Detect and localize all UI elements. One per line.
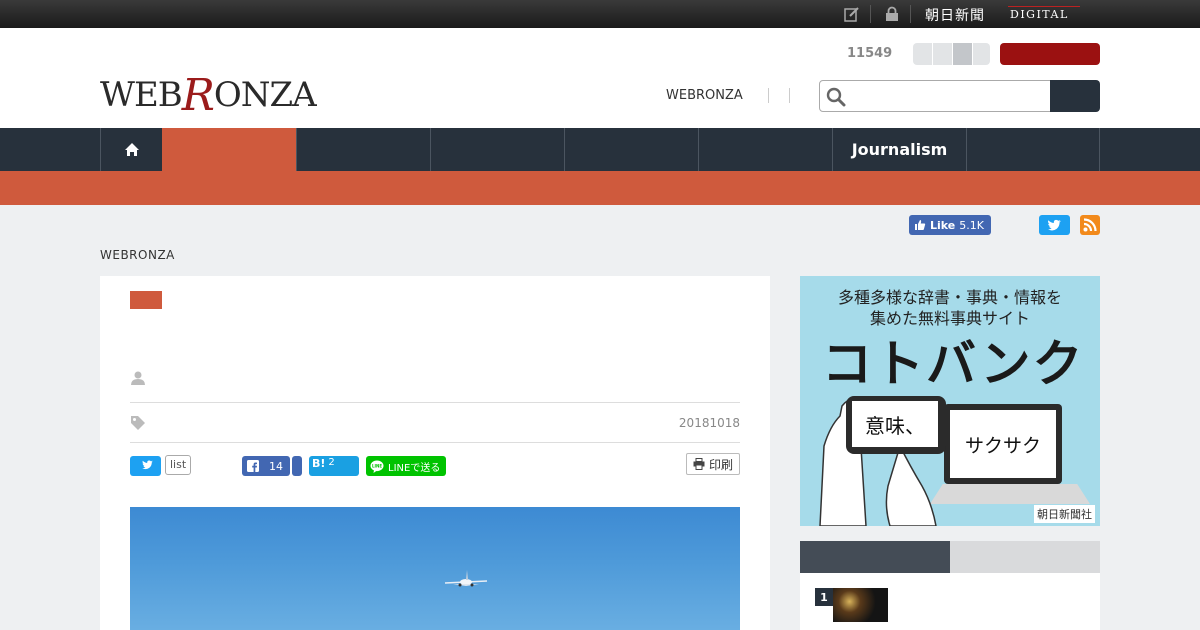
- nav-item[interactable]: [296, 128, 430, 171]
- category-badge[interactable]: [130, 291, 162, 309]
- line-label: LINEで送る: [388, 462, 441, 474]
- top-bar: 朝日新聞 DIGITAL: [0, 0, 1200, 28]
- main-nav: Journalism: [0, 128, 1200, 171]
- rank-number: 1: [815, 588, 833, 606]
- tag-icon: [131, 416, 145, 430]
- facebook-share-extra[interactable]: [292, 456, 302, 476]
- person-icon: [131, 371, 145, 385]
- kotobank-ad-banner[interactable]: 多種多様な辞書・事典・情報を 集めた無料事典サイト コトバンク サクサク 意味、…: [800, 276, 1100, 526]
- facebook-share-button[interactable]: 14: [242, 456, 290, 476]
- divider: [130, 442, 740, 443]
- topbar-divider: [870, 5, 871, 23]
- logo-text-post: ONZA: [213, 75, 317, 115]
- nav-item[interactable]: [564, 128, 698, 171]
- ranking-thumbnail[interactable]: [833, 588, 888, 622]
- thumbs-up-icon: [915, 220, 926, 230]
- header-divider: [768, 88, 769, 103]
- breadcrumb[interactable]: WEBRONZA: [100, 248, 175, 262]
- hatena-count: 2: [328, 457, 335, 468]
- edit-icon[interactable]: [844, 6, 860, 22]
- font-size-xlarge-button[interactable]: [973, 43, 990, 65]
- laptop-base: [930, 484, 1090, 504]
- asahi-brand[interactable]: 朝日新聞: [925, 5, 985, 25]
- fb-share-count: 14: [269, 459, 283, 473]
- font-size-large-button[interactable]: [953, 43, 972, 65]
- hatena-label: B!: [312, 457, 326, 470]
- print-button[interactable]: 印刷: [686, 453, 740, 475]
- search-input[interactable]: [819, 80, 1051, 112]
- search-button[interactable]: [1050, 80, 1100, 112]
- twitter-bird-icon: [141, 460, 153, 470]
- article-card: 20181018 list 14 B! 2 LINE LINEで送る 印刷: [100, 276, 770, 630]
- svg-text:LINE: LINE: [372, 463, 382, 468]
- ad-phone-text: 意味、: [852, 401, 938, 447]
- member-count: 11549: [847, 46, 893, 61]
- nav-item-active[interactable]: [162, 128, 296, 171]
- twitter-bird-icon: [1047, 219, 1061, 231]
- nav-item[interactable]: [430, 128, 564, 171]
- login-button[interactable]: [1000, 43, 1100, 65]
- topbar-divider: [910, 5, 911, 23]
- lock-icon[interactable]: [884, 6, 900, 22]
- ad-laptop-text: サクサク: [950, 410, 1056, 478]
- fb-like-label: Like: [930, 218, 956, 232]
- ranking-tabs: [800, 541, 1100, 573]
- twitter-list-count[interactable]: list: [165, 455, 192, 475]
- tab-ranking-inactive[interactable]: [950, 541, 1100, 573]
- webronza-logo[interactable]: WEBRONZA: [100, 66, 317, 121]
- article-hero-image: [130, 507, 740, 630]
- printer-icon: [693, 458, 705, 470]
- logo-text-r: R: [181, 70, 215, 121]
- facebook-icon: [247, 460, 259, 472]
- tab-ranking-active[interactable]: [800, 541, 950, 573]
- twitter-share-button[interactable]: [130, 456, 161, 476]
- publish-date: 20181018: [678, 416, 740, 430]
- fb-like-count: 5.1K: [959, 218, 984, 232]
- twitter-follow-button[interactable]: [1039, 215, 1070, 235]
- airplane-icon: [444, 570, 488, 587]
- nav-item-journalism[interactable]: Journalism: [832, 128, 966, 171]
- digital-underline: [1008, 6, 1080, 7]
- print-label: 印刷: [709, 457, 734, 472]
- sub-nav-bar: [0, 171, 1200, 205]
- header-link-webronza[interactable]: WEBRONZA: [666, 88, 743, 103]
- logo-text-pre: WEB: [100, 75, 183, 115]
- site-header: WEBRONZA 11549 WEBRONZA: [0, 28, 1200, 128]
- font-size-small-button[interactable]: [913, 43, 932, 65]
- facebook-like-button[interactable]: Like 5.1K: [909, 215, 991, 235]
- divider: [130, 402, 740, 403]
- digital-brand[interactable]: DIGITAL: [1010, 8, 1069, 21]
- hatena-bookmark-button[interactable]: B! 2: [309, 456, 359, 476]
- nav-item[interactable]: [698, 128, 832, 171]
- nav-item[interactable]: [966, 128, 1100, 171]
- font-size-medium-button[interactable]: [933, 43, 952, 65]
- ad-brand: 朝日新聞社: [1034, 505, 1095, 523]
- header-divider: [789, 88, 790, 103]
- ranking-list: 1: [800, 573, 1100, 630]
- rss-icon: [1083, 218, 1097, 232]
- nav-home[interactable]: [100, 128, 162, 171]
- search-icon: [826, 87, 846, 107]
- rss-feed-button[interactable]: [1080, 215, 1100, 235]
- home-icon: [124, 143, 139, 156]
- line-icon: LINE: [370, 460, 384, 473]
- line-share-button[interactable]: LINE LINEで送る: [366, 456, 446, 476]
